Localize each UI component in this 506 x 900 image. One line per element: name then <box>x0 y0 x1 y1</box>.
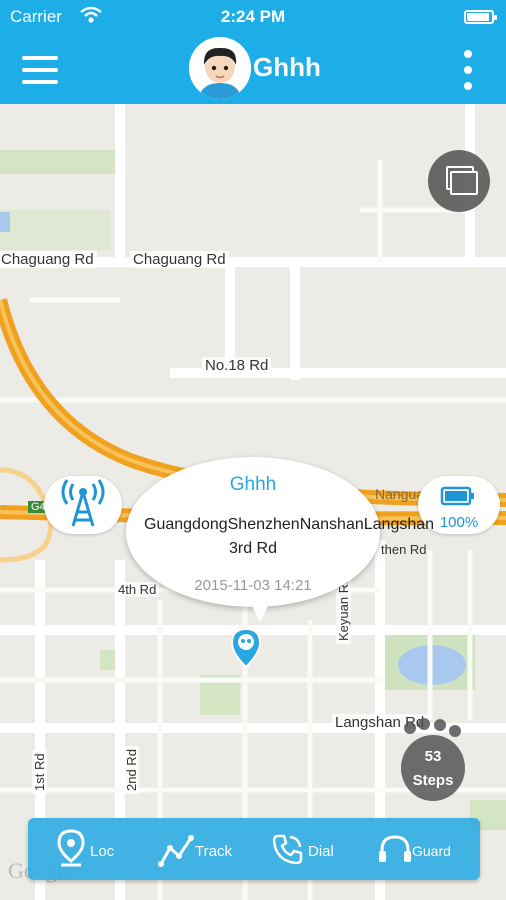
road-label: 1st Rd <box>32 750 47 794</box>
menu-button[interactable] <box>22 56 58 84</box>
tab-dial[interactable]: Dial <box>272 818 372 880</box>
popup-tail <box>248 598 272 622</box>
road-label: No.18 Rd <box>202 357 272 374</box>
tab-track-label: Track <box>195 843 232 860</box>
step-count: 53 <box>424 748 442 765</box>
location-icon <box>57 829 85 867</box>
track-icon <box>158 835 194 867</box>
clock: 2:24 PM <box>220 7 286 26</box>
popup-address: GuangdongShenzhenNanshanLangshan 3rd Rd <box>144 516 435 557</box>
battery-icon <box>440 486 474 506</box>
road-label: Chaguang Rd <box>130 251 229 268</box>
tab-dial-label: Dial <box>308 843 334 860</box>
more-options-button[interactable] <box>458 48 478 92</box>
nav-bar: Ghhh <box>0 34 506 104</box>
location-popup[interactable]: Ghhh GuangdongShenzhenNanshanLangshan 3r… <box>126 457 435 607</box>
tab-track[interactable]: Track <box>158 818 268 880</box>
tab-loc[interactable]: Loc <box>50 818 150 880</box>
tab-loc-label: Loc <box>90 843 115 860</box>
boy-avatar-icon <box>189 37 251 99</box>
location-pin-icon[interactable] <box>230 627 262 673</box>
steps-label: Steps <box>412 772 454 789</box>
battery-icon <box>464 10 497 24</box>
road-label: then Rd <box>381 542 427 557</box>
popup-device-name: Ghhh <box>229 474 277 495</box>
road-label: 2nd Rd <box>124 746 139 794</box>
tab-guard-label: Guard <box>412 843 451 859</box>
map-layer-button[interactable] <box>428 150 490 212</box>
headphones-icon <box>379 835 411 862</box>
device-name-title: Ghhh <box>253 52 321 82</box>
bottom-toolbar: Loc Track Dial Guard <box>28 818 480 880</box>
step-counter[interactable]: 53 Steps <box>398 718 468 802</box>
avatar[interactable] <box>189 37 251 99</box>
road-label: Chaguang Rd <box>0 251 97 268</box>
phone-icon <box>272 834 303 865</box>
signal-cloud <box>44 476 122 534</box>
tab-guard[interactable]: Guard <box>378 818 478 880</box>
status-bar: Carrier 2:24 PM <box>0 0 506 34</box>
popup-timestamp: 2015-11-03 14:21 <box>194 577 312 594</box>
signal-tower-icon <box>61 479 105 527</box>
